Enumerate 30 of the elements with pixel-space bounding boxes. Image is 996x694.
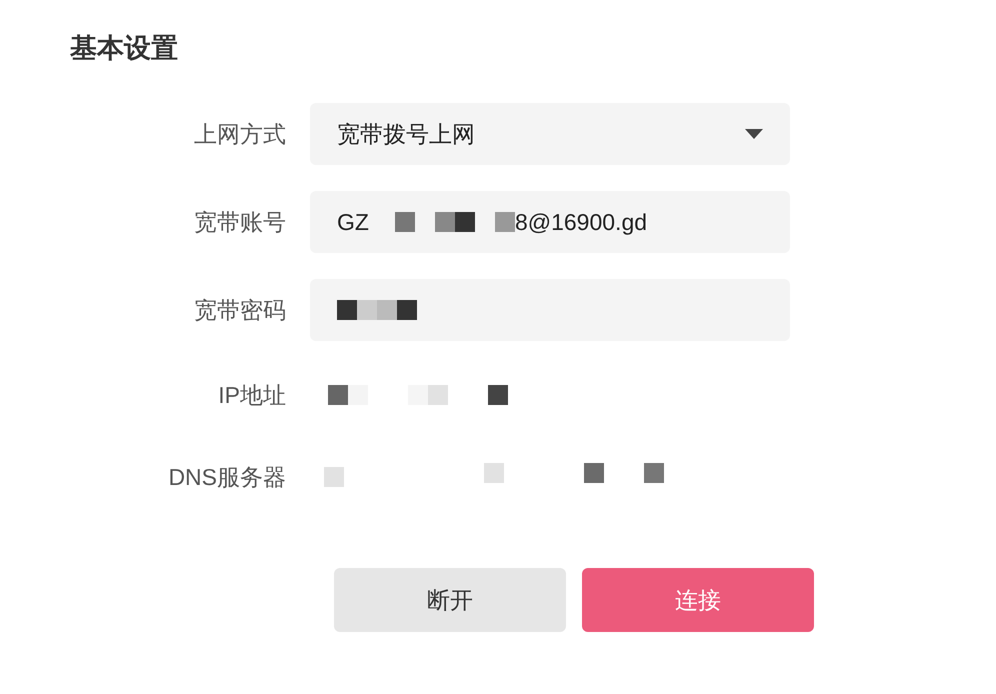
field-value: GZ [337, 208, 369, 237]
redaction-block [644, 463, 664, 483]
field-label: IP地址 [217, 380, 287, 410]
field-label: 宽带密码 [193, 296, 287, 325]
input-field[interactable]: GZ 8@16900.gd [310, 191, 790, 253]
caret-icon [745, 129, 763, 139]
redaction-block [494, 212, 515, 232]
redaction-block [394, 212, 415, 232]
section-title: 基本设置 [70, 32, 178, 65]
redaction-block [324, 467, 344, 487]
redaction-block [377, 300, 397, 320]
disconnect-button[interactable]: 断开 [334, 568, 566, 632]
field-label: 上网方式 [193, 120, 287, 149]
field-label: DNS服务器 [167, 462, 287, 492]
field-label: 宽带账号 [193, 208, 287, 237]
redaction-block [488, 385, 508, 405]
redaction-block [348, 385, 368, 405]
redaction-block [584, 463, 604, 483]
redaction-block [357, 300, 377, 320]
redaction-block [454, 212, 475, 232]
redaction-block [434, 212, 455, 232]
redaction-block [428, 385, 448, 405]
select-field[interactable]: 宽带拨号上网 [310, 103, 790, 165]
redaction-block [328, 385, 348, 405]
redaction-block [408, 385, 428, 405]
password-field[interactable] [310, 279, 790, 341]
redaction-block [397, 300, 417, 320]
field-value: 8@16900.gd [514, 208, 648, 237]
redaction-block [337, 300, 357, 320]
redaction-block [484, 463, 504, 483]
